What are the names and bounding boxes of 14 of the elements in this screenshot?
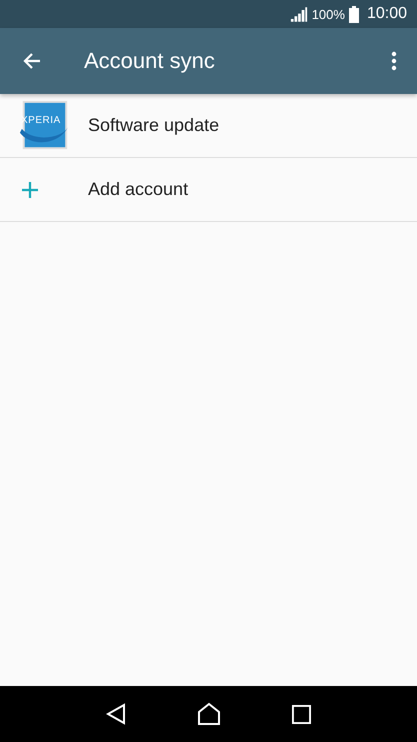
back-arrow-icon[interactable] [22, 51, 42, 71]
screen-title: Account sync [84, 48, 216, 74]
recent-apps-icon[interactable] [292, 704, 312, 724]
plus-icon [22, 182, 38, 198]
item-label: Add account [88, 179, 188, 200]
list-item[interactable]: Add account [0, 158, 417, 222]
home-icon[interactable] [196, 702, 221, 726]
battery-icon [348, 6, 359, 22]
item-label: Software update [88, 115, 220, 136]
signal-icon [290, 6, 308, 22]
back-icon[interactable] [106, 703, 126, 725]
more-options-icon[interactable] [391, 51, 397, 71]
battery-percent: 100% [312, 6, 345, 22]
clock: 10:00 [366, 5, 407, 23]
